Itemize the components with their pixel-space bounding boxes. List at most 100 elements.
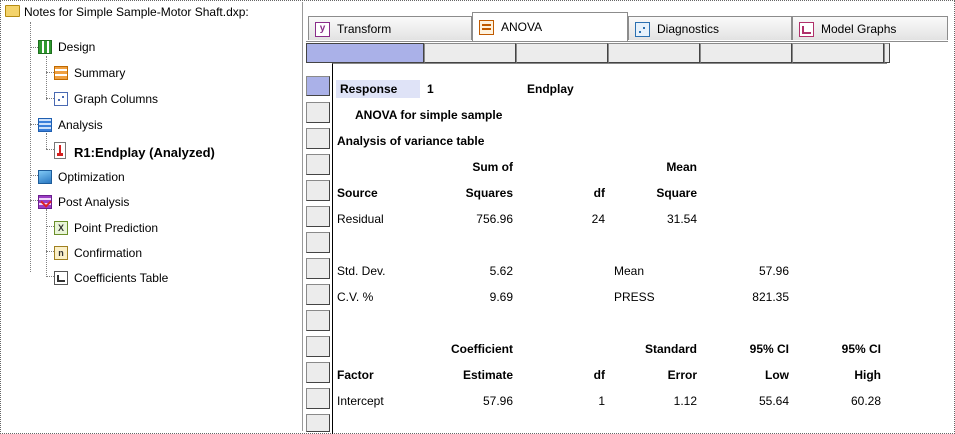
summary-icon [54, 66, 68, 80]
grid-cell[interactable]: Analysis of variance table [337, 132, 577, 150]
tree-item-design[interactable]: Design [38, 37, 238, 57]
row-header[interactable] [306, 232, 330, 253]
tree-item-optimization[interactable]: Optimization [38, 167, 238, 187]
tree-connector [46, 209, 47, 277]
grid-cell[interactable]: 1 [427, 80, 467, 98]
tree-connector [30, 124, 38, 125]
column-header[interactable] [792, 43, 884, 63]
tree-item-post-analysis[interactable]: Post Analysis [38, 192, 238, 212]
grid-cell[interactable]: Intercept [337, 392, 421, 410]
grid-cell[interactable]: 31.54 [609, 210, 697, 228]
tree-item-label: Analysis [58, 118, 103, 132]
tree-item-response-endplay[interactable]: R1:Endplay (Analyzed) [54, 141, 254, 161]
grid-cell[interactable]: 756.96 [425, 210, 513, 228]
tree-connector [30, 200, 38, 201]
tab-label: Diagnostics [657, 22, 720, 36]
tree-item-summary[interactable]: Summary [54, 63, 254, 83]
grid-cell[interactable]: Residual [337, 210, 421, 228]
anova-panel: y Transform ANOVA Diagnostics Model Grap… [306, 2, 954, 434]
anova-grid: Response 1 Endplay ANOVA for simple samp… [332, 63, 887, 434]
grid-cell[interactable]: df [517, 366, 605, 384]
row-header[interactable] [306, 388, 330, 409]
tab-diagnostics[interactable]: Diagnostics [628, 16, 792, 40]
grid-cell[interactable]: Sum of [425, 158, 513, 176]
grid-cell[interactable]: PRESS [614, 288, 698, 306]
grid-cell[interactable]: Standard [609, 340, 697, 358]
grid-cell[interactable]: Error [609, 366, 697, 384]
tree-item-label: Optimization [58, 170, 125, 184]
row-header[interactable] [306, 362, 330, 383]
grid-cell[interactable]: 821.35 [701, 288, 789, 306]
coefficients-table-icon [54, 271, 68, 285]
grid-cell[interactable]: Source [337, 184, 421, 202]
tree-item-label: R1:Endplay (Analyzed) [74, 145, 215, 160]
grid-cell[interactable]: Response [336, 80, 420, 98]
model-graphs-icon [799, 22, 814, 37]
row-header[interactable] [306, 128, 330, 149]
grid-cell[interactable]: df [517, 184, 605, 202]
tab-label: Model Graphs [821, 22, 897, 36]
column-header[interactable] [700, 43, 792, 63]
row-header[interactable] [306, 102, 330, 123]
row-header[interactable] [306, 258, 330, 279]
navigation-tree: Notes for Simple Sample-Motor Shaft.dxp:… [2, 2, 303, 431]
tab-label: Transform [337, 22, 392, 36]
grid-cell[interactable]: Std. Dev. [337, 262, 421, 280]
tree-item-label: Coefficients Table [74, 271, 169, 285]
grid-cell[interactable]: Square [609, 184, 697, 202]
grid-cell[interactable]: 55.64 [701, 392, 789, 410]
graph-columns-icon [54, 92, 68, 106]
row-header[interactable] [306, 336, 330, 357]
tab-anova[interactable]: ANOVA [472, 12, 628, 42]
column-header[interactable] [516, 43, 608, 63]
grid-cell[interactable]: 57.96 [425, 392, 513, 410]
tab-bar-underline [306, 41, 948, 42]
grid-cell[interactable]: Endplay [527, 80, 607, 98]
tree-connector [46, 56, 47, 100]
column-header[interactable] [424, 43, 516, 63]
diagnostics-icon [635, 22, 650, 37]
row-header[interactable] [306, 206, 330, 227]
tree-connector [46, 251, 54, 252]
tree-item-confirmation[interactable]: n Confirmation [54, 243, 254, 263]
grid-cell[interactable]: 57.96 [701, 262, 789, 280]
row-header[interactable] [306, 310, 330, 331]
grid-cell[interactable]: ANOVA for simple sample [355, 106, 595, 124]
tree-item-point-prediction[interactable]: X Point Prediction [54, 218, 254, 238]
tab-transform[interactable]: y Transform [308, 16, 472, 40]
grid-cell[interactable]: Low [701, 366, 789, 384]
grid-cell[interactable]: Factor [337, 366, 421, 384]
tree-connector [46, 276, 54, 277]
tree-connector [46, 149, 54, 150]
design-icon [38, 40, 52, 54]
column-header[interactable] [884, 43, 890, 63]
grid-cell[interactable]: C.V. % [337, 288, 421, 306]
grid-cell[interactable]: 1 [517, 392, 605, 410]
grid-cell[interactable]: Squares [425, 184, 513, 202]
column-header[interactable] [608, 43, 700, 63]
tree-item-graph-columns[interactable]: Graph Columns [54, 89, 254, 109]
row-header[interactable] [306, 154, 330, 175]
grid-corner-header[interactable] [306, 43, 424, 63]
grid-cell[interactable]: 1.12 [609, 392, 697, 410]
tree-item-coefficients-table[interactable]: Coefficients Table [54, 268, 254, 288]
grid-cell[interactable]: 60.28 [793, 392, 881, 410]
grid-cell[interactable]: Mean [614, 262, 698, 280]
grid-cell[interactable]: Mean [609, 158, 697, 176]
row-header[interactable] [306, 414, 330, 432]
grid-cell[interactable]: 95% CI [701, 340, 789, 358]
tab-model-graphs[interactable]: Model Graphs [792, 16, 948, 40]
row-header[interactable] [306, 76, 330, 96]
row-header[interactable] [306, 180, 330, 201]
grid-cell[interactable]: 9.69 [425, 288, 513, 306]
row-header[interactable] [306, 284, 330, 305]
point-prediction-icon: X [54, 221, 68, 235]
tree-root[interactable]: Notes for Simple Sample-Motor Shaft.dxp: [2, 2, 302, 21]
grid-cell[interactable]: Estimate [425, 366, 513, 384]
grid-cell[interactable]: 24 [517, 210, 605, 228]
tree-item-analysis[interactable]: Analysis [38, 115, 238, 135]
grid-cell[interactable]: 95% CI [793, 340, 881, 358]
grid-cell[interactable]: Coefficient [425, 340, 513, 358]
grid-cell[interactable]: 5.62 [425, 262, 513, 280]
grid-cell[interactable]: High [793, 366, 881, 384]
